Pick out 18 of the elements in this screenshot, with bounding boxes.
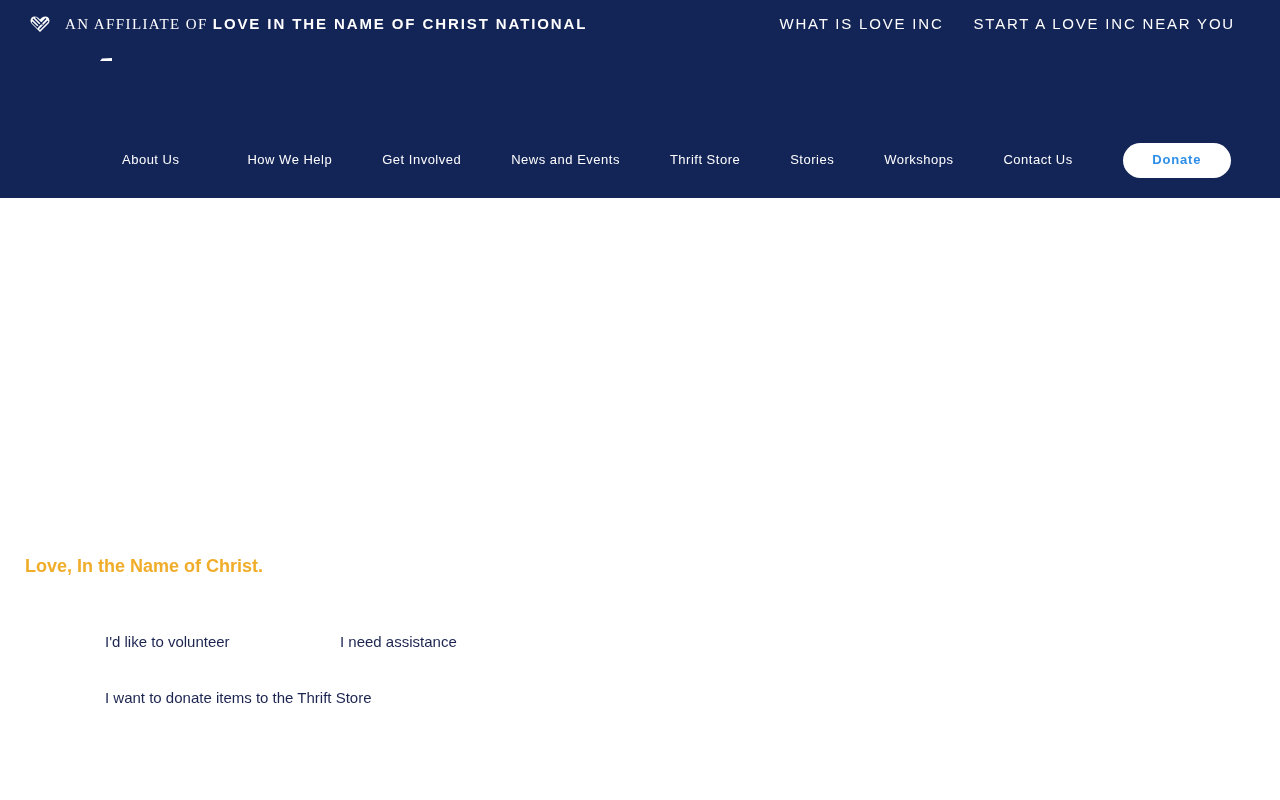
action-link[interactable]: I want to donate items to the Thrift Store [105, 689, 372, 707]
nav-link[interactable]: Thrift Store [669, 150, 741, 170]
action-link[interactable]: I need assistance [340, 633, 575, 651]
action-link[interactable]: I'd like to volunteer [105, 633, 340, 651]
nav-link[interactable]: How We Help [247, 150, 333, 170]
nav-link[interactable]: News and Events [511, 150, 620, 170]
nav-link[interactable]: About Us [122, 150, 180, 170]
nav-link[interactable]: Get Involved [382, 150, 462, 170]
top-link[interactable]: START A LOVE INC NEAR YOU [973, 12, 1235, 36]
nav-link[interactable]: Workshops [884, 150, 954, 170]
hero-heading: Love, In the Name of Christ. [25, 555, 265, 578]
donate-button[interactable]: Donate [1122, 142, 1231, 178]
nav-link[interactable]: Contact Us [1003, 150, 1073, 170]
nav-link[interactable]: Stories [790, 150, 835, 170]
dash-icon [100, 58, 112, 61]
top-link[interactable]: WHAT IS LOVE INC [779, 12, 944, 36]
heart-logo-icon [30, 15, 50, 33]
affiliate-link[interactable]: AN AFFILIATE OF LOVE IN THE NAME OF CHRIST NATIONAL [65, 12, 588, 36]
